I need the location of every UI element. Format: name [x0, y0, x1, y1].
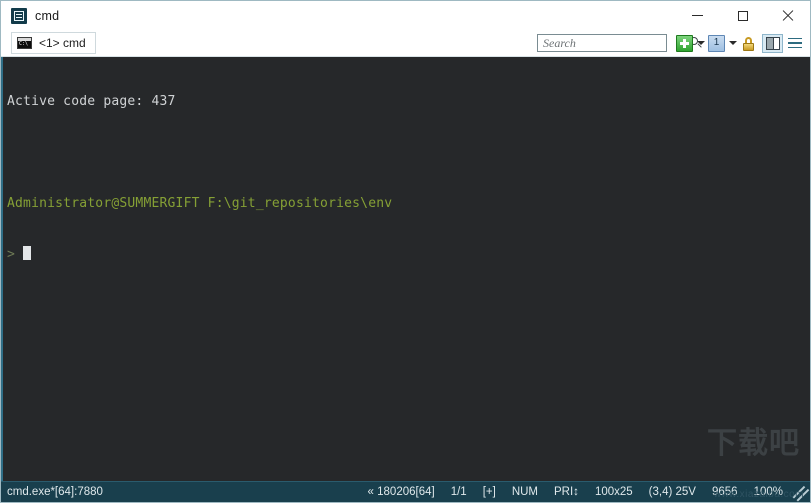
console-line: Active code page: 437 — [7, 94, 176, 109]
lock-button[interactable] — [739, 34, 758, 53]
pane-right — [773, 37, 779, 49]
minimize-button[interactable] — [675, 1, 720, 30]
toolbar: 1 — [537, 33, 810, 53]
title-bar: cmd — [1, 1, 810, 30]
status-zoom: 100% — [753, 486, 783, 498]
window-title: cmd — [35, 8, 60, 23]
green-plus-icon — [676, 34, 693, 52]
prompt-symbol: > — [7, 247, 16, 262]
maximize-button[interactable] — [720, 1, 765, 30]
close-icon — [782, 10, 794, 22]
tab-label: <1> cmd — [39, 36, 86, 50]
console-number-icon: 1 — [708, 34, 725, 52]
tab-console-1[interactable]: <1> cmd — [11, 32, 96, 54]
padlock-icon — [740, 35, 757, 52]
panes-button[interactable] — [762, 33, 783, 53]
hamburger-menu-icon — [786, 35, 804, 52]
status-insert: [+] — [482, 486, 496, 498]
status-priority: PRI↕ — [554, 486, 579, 498]
status-tabcount: 1/1 — [450, 486, 467, 498]
chevron-down-icon — [728, 41, 737, 45]
menu-line-1 — [787, 37, 802, 40]
search-box[interactable] — [537, 34, 698, 52]
status-build: « 180206[64] — [367, 486, 435, 498]
tab-bar: <1> cmd 1 — [1, 30, 810, 57]
status-bar: cmd.exe*[64]:7880 « 180206[64] 1/1 [+] N… — [1, 481, 810, 502]
new-console-button[interactable] — [675, 34, 694, 53]
status-items: « 180206[64] 1/1 [+] NUM PRI↕ 100x25 (3,… — [360, 485, 810, 499]
split-panes-icon — [765, 36, 780, 50]
status-numlock: NUM — [511, 486, 539, 498]
console-output-area[interactable]: Active code page: 437 Administrator@SUMM… — [1, 57, 810, 483]
pane-left — [766, 37, 774, 49]
conemu-window: cmd <1> cmd — [0, 0, 811, 503]
resize-grip[interactable] — [793, 485, 807, 499]
console-prompt-line: Administrator@SUMMERGIFT F:\git_reposito… — [7, 196, 393, 211]
console-window-icon — [17, 37, 32, 49]
watermark: 下载吧 — [674, 428, 804, 462]
menu-line-3 — [787, 46, 802, 49]
minimize-icon — [692, 14, 703, 16]
window-controls — [675, 1, 810, 30]
close-button[interactable] — [765, 1, 810, 30]
watermark-text: 下载吧 — [707, 426, 800, 461]
text-cursor — [23, 246, 32, 260]
menu-line-2 — [787, 42, 802, 44]
maximize-icon — [737, 10, 748, 21]
active-console-button[interactable]: 1 — [707, 34, 726, 53]
status-cursorpos: (3,4) 25V — [648, 486, 696, 498]
status-handle: 9656 — [711, 486, 738, 498]
menu-button[interactable] — [785, 34, 804, 53]
conemu-icon — [11, 7, 27, 24]
status-process: cmd.exe*[64]:7880 — [7, 486, 103, 498]
status-size: 100x25 — [594, 486, 633, 498]
search-input[interactable] — [538, 35, 688, 51]
console-input-line: > — [7, 246, 810, 263]
console-text: Active code page: 437 Administrator@SUMM… — [3, 57, 810, 297]
active-console-dropdown[interactable] — [726, 35, 739, 52]
